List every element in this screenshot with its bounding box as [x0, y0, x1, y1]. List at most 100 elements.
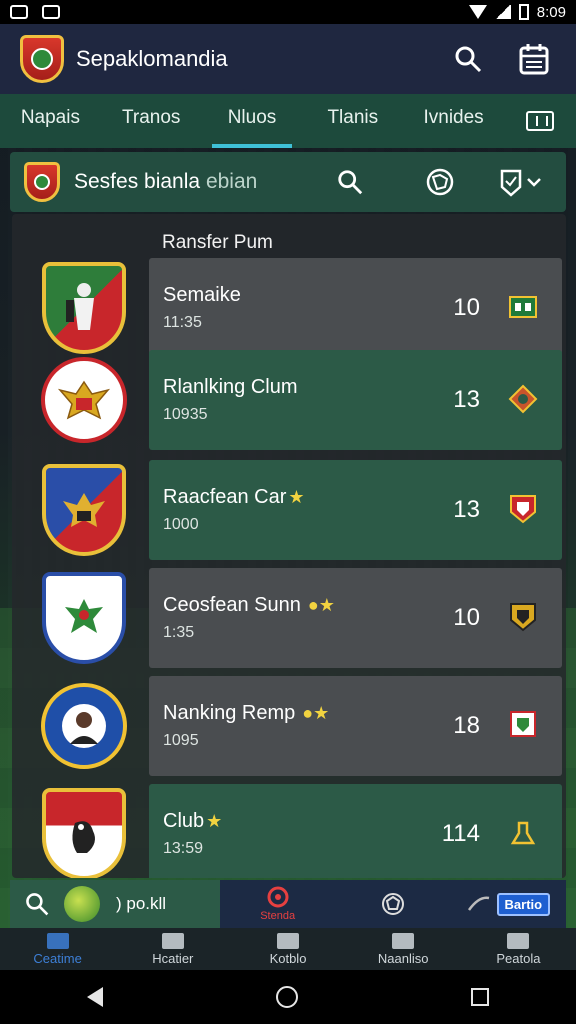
nav-label: Naanliso	[377, 950, 429, 966]
nav-label: Hcatier	[152, 950, 194, 966]
tab-1[interactable]: Napais	[0, 94, 101, 148]
club-name: Club	[163, 810, 205, 832]
battery-icon	[518, 4, 529, 20]
club-time: 11:35	[163, 314, 202, 331]
inbox-icon	[507, 932, 530, 949]
club-time: 13:59	[163, 840, 204, 857]
star-icon: ●★	[302, 595, 335, 615]
club-card[interactable]: Rlanlking Clum 10935 13	[149, 350, 562, 450]
calendar-button[interactable]	[512, 37, 556, 81]
section-search-button[interactable]	[320, 160, 380, 204]
signal-icon	[494, 5, 511, 19]
shield-badge-icon	[510, 603, 536, 632]
club-card[interactable]: Ceosfean Sunn ●★ 1:35 10	[149, 568, 562, 668]
nav-label: Ceatime	[33, 950, 82, 966]
recents-icon[interactable]	[471, 988, 490, 1006]
stadium-button[interactable]: Stenda	[220, 886, 335, 922]
star-icon: ●★	[297, 703, 330, 723]
app-bar: Sepaklomandia	[0, 24, 576, 94]
club-row[interactable]: Nanking Remp ●★ 1095 18	[12, 676, 566, 776]
shield-dropdown-icon	[500, 169, 541, 197]
status-time: 8:09	[536, 3, 566, 21]
club-crest	[42, 788, 126, 878]
scoreboard-icon	[509, 296, 537, 318]
quick-search[interactable]: ) po.kll	[10, 880, 220, 928]
club-time: 1000	[163, 516, 199, 533]
tab-3[interactable]: Nluos	[202, 94, 303, 148]
swoosh-icon	[467, 896, 489, 911]
app-logo	[20, 35, 64, 83]
club-card[interactable]: Semaike 11:35 10	[149, 258, 562, 358]
rooster-emblem-icon	[72, 821, 95, 853]
nav-item-inbox[interactable]: Peatola	[461, 932, 576, 966]
club-name: Nanking Remp	[163, 702, 296, 724]
sponsor-button[interactable]: Bartio	[451, 892, 566, 916]
ball-button[interactable]	[335, 891, 450, 917]
tab-5[interactable]: Ivnides	[403, 94, 504, 148]
system-navigation	[0, 970, 576, 1024]
bottom-action-bar: ) po.kll Stenda Bartio	[10, 880, 566, 928]
notification-icon	[10, 5, 28, 19]
nav-label: Peatola	[496, 950, 541, 966]
club-row[interactable]: Club ★ 13:59 114	[12, 784, 566, 878]
football-icon	[426, 168, 454, 196]
calendar-icon	[519, 44, 549, 75]
club-time: 1:35	[163, 624, 195, 641]
ball-icon	[64, 886, 100, 922]
nav-item-list[interactable]: Hcatier	[115, 932, 230, 966]
tab-4[interactable]: Tlanis	[302, 94, 403, 148]
club-name: Rlanlking Clum	[163, 376, 298, 398]
panel-header: Ransfer Pum	[162, 232, 273, 253]
home-button-icon[interactable]	[275, 986, 298, 1008]
section-title-suffix: ebian	[205, 170, 258, 193]
section-title: Sesfes bianla	[74, 170, 201, 193]
club-name: Ceosfean Sunn	[163, 594, 301, 616]
wifi-icon	[468, 5, 487, 19]
soccer-ball-icon	[381, 893, 404, 915]
status-badge	[508, 602, 538, 632]
status-bar: 8:09	[0, 0, 576, 24]
bottom-navigation: Ceatime Hcatier Kotblo Naanliso Peatola	[0, 928, 576, 970]
layers-icon	[277, 932, 299, 949]
sponsor-label: Bartio	[496, 892, 551, 916]
bird-emblem-icon	[65, 599, 103, 633]
club-row[interactable]: Raacfean Car ★ 1000 13	[12, 460, 566, 560]
club-crest	[42, 262, 126, 354]
menu-icon	[161, 932, 184, 949]
club-time: 1095	[163, 732, 199, 749]
quick-search-text: ) po.kll	[116, 894, 167, 913]
search-button[interactable]	[446, 37, 490, 81]
status-badge	[508, 494, 538, 524]
search-icon	[338, 170, 363, 195]
app-title: Sepaklomandia	[76, 46, 228, 71]
club-row[interactable]: Ceosfean Sunn ●★ 1:35 10	[12, 568, 566, 668]
nav-item-home[interactable]: Ceatime	[0, 932, 115, 966]
player-portrait-icon	[62, 704, 106, 748]
star-icon: ★	[288, 487, 305, 507]
scoreboard-button[interactable]	[504, 94, 576, 148]
back-icon[interactable]	[86, 987, 103, 1007]
club-crest	[41, 357, 127, 443]
search-icon	[26, 893, 49, 916]
nav-item-settings[interactable]: Naanliso	[346, 932, 461, 966]
club-name: Raacfean Car	[163, 486, 287, 508]
ball-filter-button[interactable]	[410, 160, 470, 204]
club-row[interactable]: Rlanlking Clum 10935 13	[12, 350, 566, 450]
filter-dropdown[interactable]	[492, 160, 552, 204]
knight-emblem-icon	[66, 283, 94, 330]
nav-item-stack[interactable]: Kotblo	[230, 932, 345, 966]
club-score: 13	[453, 386, 480, 413]
club-card[interactable]: Nanking Remp ●★ 1095 18	[149, 676, 562, 776]
club-card[interactable]: Raacfean Car ★ 1000 13	[149, 460, 562, 560]
club-card[interactable]: Club ★ 13:59 114	[149, 784, 562, 878]
club-time: 10935	[163, 406, 208, 423]
status-badge	[508, 384, 538, 414]
club-crest	[42, 572, 126, 664]
shield-badge-icon	[510, 711, 536, 737]
status-badge	[508, 818, 538, 848]
club-name: Semaike	[163, 284, 241, 306]
club-row[interactable]: Semaike 11:35 10	[12, 258, 566, 358]
tab-2[interactable]: Tranos	[101, 94, 202, 148]
star-icon: ★	[206, 811, 223, 831]
eagle-emblem-icon	[63, 493, 105, 527]
